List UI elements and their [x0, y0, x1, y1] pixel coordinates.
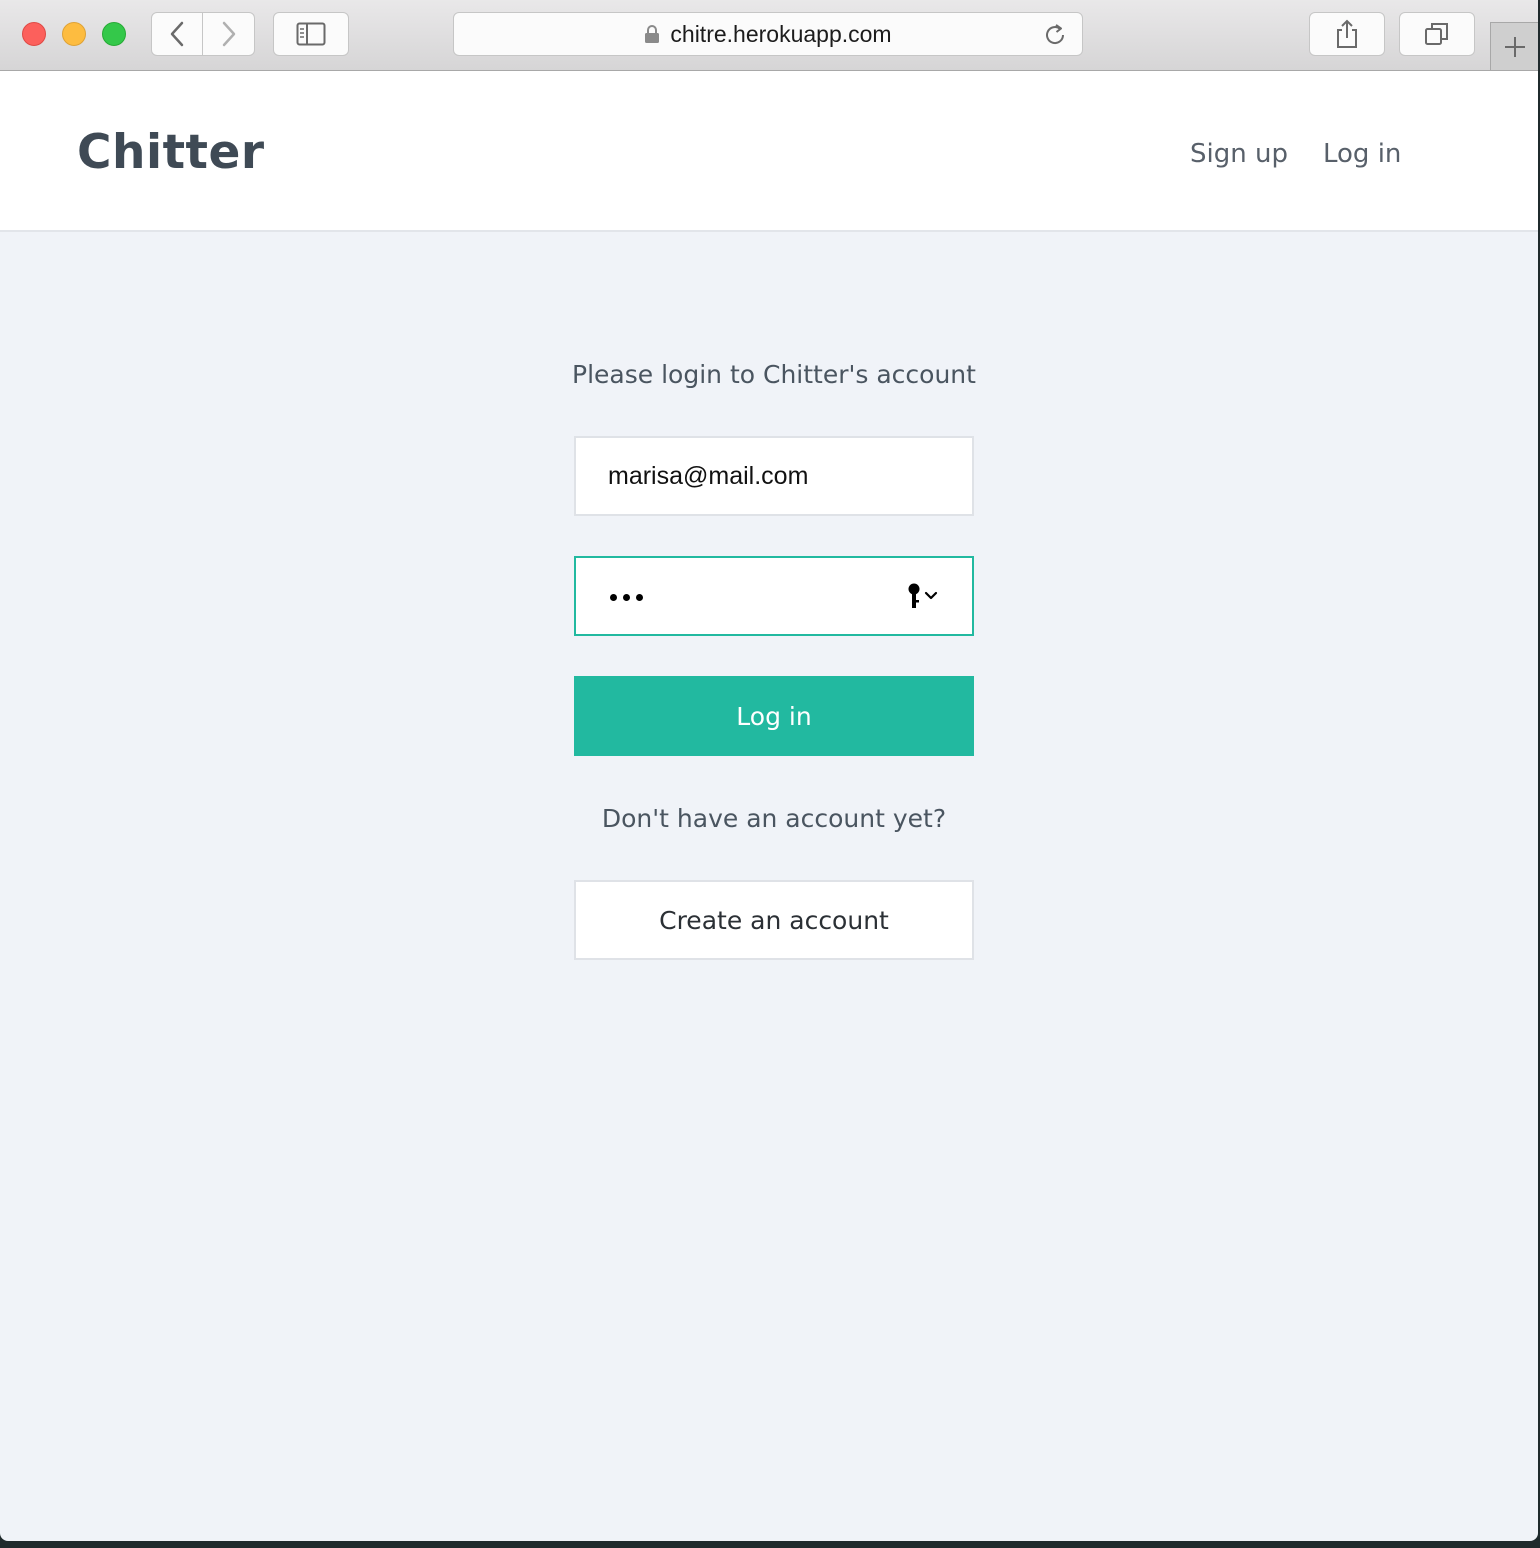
share-button[interactable]: [1309, 12, 1385, 56]
reload-icon[interactable]: [1042, 22, 1068, 48]
address-bar[interactable]: chitre.herokuapp.com: [453, 12, 1083, 56]
brand-logo[interactable]: Chitter: [77, 123, 265, 183]
zoom-window-button[interactable]: [102, 22, 126, 46]
nav-signup-link[interactable]: Sign up: [1190, 137, 1288, 171]
site-header: Chitter Sign up Log in: [0, 71, 1538, 232]
no-account-text: Don't have an account yet?: [601, 804, 947, 833]
tabs-overview-button[interactable]: [1399, 12, 1475, 56]
lock-icon: [645, 25, 660, 43]
minimize-window-button[interactable]: [62, 22, 86, 46]
forward-button[interactable]: [203, 12, 255, 56]
chevron-left-icon: [170, 21, 184, 47]
email-value: marisa@mail.com: [608, 462, 809, 490]
sidebar-button[interactable]: [273, 12, 349, 56]
back-button[interactable]: [151, 12, 203, 56]
history-nav: [151, 12, 255, 56]
address-url: chitre.herokuapp.com: [670, 20, 892, 47]
password-mask: [610, 594, 643, 601]
plus-icon: [1504, 36, 1525, 57]
sidebar-icon: [296, 22, 326, 46]
chevron-right-icon: [222, 21, 235, 47]
tabs-icon: [1425, 23, 1448, 45]
email-field[interactable]: marisa@mail.com: [574, 436, 974, 516]
password-field[interactable]: [574, 556, 974, 636]
login-prompt: Please login to Chitter's account: [572, 360, 976, 389]
nav-login-link[interactable]: Log in: [1323, 137, 1401, 171]
browser-window: chitre.herokuapp.com Chitter Sign up Log…: [0, 0, 1538, 1541]
password-key-icon[interactable]: [906, 582, 942, 612]
login-submit-button[interactable]: Log in: [574, 676, 974, 756]
new-tab-button[interactable]: [1490, 22, 1538, 70]
share-icon: [1337, 19, 1357, 48]
create-account-button[interactable]: Create an account: [574, 880, 974, 960]
browser-toolbar: chitre.herokuapp.com: [0, 0, 1538, 71]
close-window-button[interactable]: [22, 22, 46, 46]
